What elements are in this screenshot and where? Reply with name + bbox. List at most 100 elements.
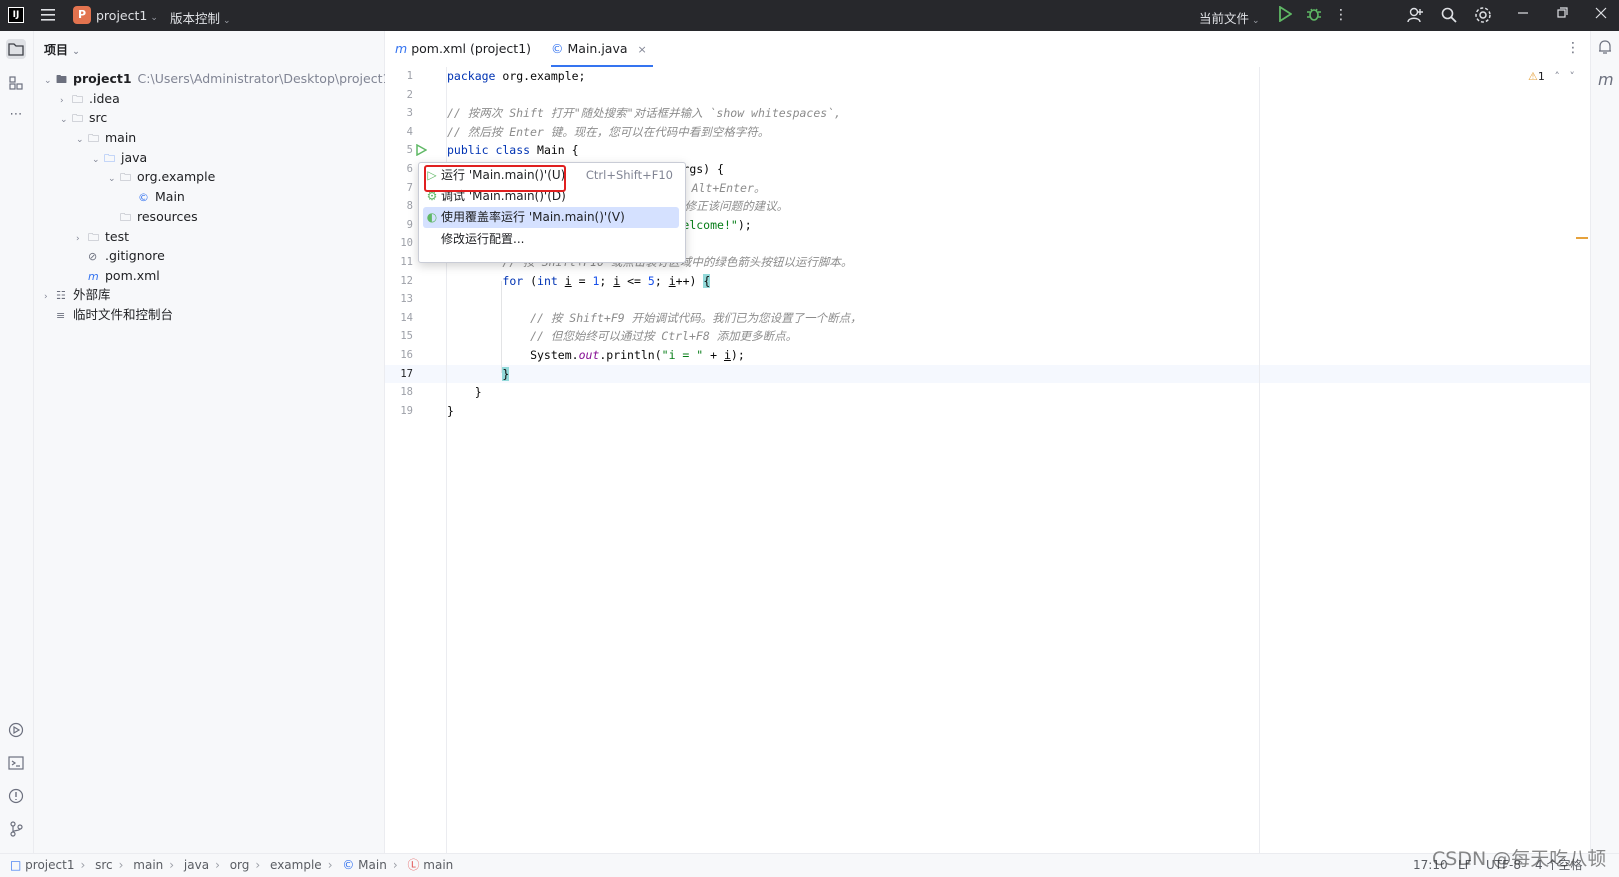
tree-node-main[interactable]: ⌄ 🗀 main — [76, 128, 136, 148]
tree-node-project1[interactable]: ⌄ 🖿 project1 C:\Users\Administrator\Desktop… — [44, 69, 390, 89]
chevron-down-icon[interactable]: ⌄ — [92, 150, 104, 170]
line-number: 7 — [406, 181, 413, 194]
tree-node-main-class[interactable]: © Main — [138, 187, 185, 207]
tree-node-external-libraries[interactable]: › ☷ 外部库 — [44, 285, 111, 305]
line-number: 13 — [400, 293, 413, 306]
line-number: 8 — [406, 200, 413, 213]
line-number: 11 — [400, 256, 413, 268]
chevron-down-icon: ⌄ — [72, 47, 80, 57]
warning-stripe[interactable] — [1576, 237, 1588, 239]
tree-node-label: resources — [137, 209, 198, 224]
code-line: // 但您始终可以通过按 Ctrl+F8 添加更多断点。 — [530, 329, 798, 344]
more-tools-icon[interactable]: ⋯ — [6, 105, 26, 125]
line-number: 15 — [400, 330, 413, 343]
chevron-down-icon: ⌄ — [223, 16, 231, 26]
breadcrumb-item[interactable]: project1 — [25, 858, 74, 872]
tree-node-label: main — [105, 130, 137, 145]
chevron-down-icon[interactable]: ⌄ — [44, 71, 56, 91]
terminal-tool-icon[interactable] — [6, 753, 26, 773]
tree-node-gitignore[interactable]: ⊘ .gitignore — [76, 246, 165, 266]
problems-tool-icon[interactable] — [6, 786, 26, 806]
close-tab-icon[interactable]: × — [638, 43, 647, 56]
tab-more-icon[interactable]: ⋮ — [1566, 40, 1580, 56]
chevron-down-icon[interactable]: ⌄ — [108, 169, 120, 189]
chevron-up-icon[interactable]: ˄ — [1554, 70, 1560, 83]
tree-node-test[interactable]: › 🗀 test — [76, 227, 129, 247]
project-badge[interactable]: P — [73, 6, 91, 24]
code-line: package org.example; — [447, 69, 586, 83]
tree-node-pom[interactable]: m pom.xml — [76, 266, 160, 286]
run-config-label: 当前文件 — [1199, 11, 1250, 26]
search-icon[interactable] — [1440, 6, 1458, 24]
code-line: } — [447, 385, 482, 400]
settings-icon[interactable] — [1474, 6, 1492, 24]
run-config-selector[interactable]: 当前文件 ⌄ — [1199, 8, 1260, 27]
resources-folder-icon: 🗀 — [120, 211, 131, 224]
breadcrumb-item[interactable]: org — [230, 858, 250, 872]
chevron-down-icon: ⌄ — [150, 13, 158, 23]
menu-item-label: 修改运行配置... — [441, 232, 525, 246]
menu-item-run-coverage[interactable]: ◐ 使用覆盖率运行 'Main.main()'(V) — [423, 207, 679, 228]
package-icon: 🗀 — [120, 171, 131, 184]
code-line: } — [502, 366, 510, 381]
structure-tool-icon[interactable] — [6, 73, 26, 93]
coverage-icon: ◐ — [426, 210, 438, 224]
chevron-down-icon[interactable]: ⌄ — [60, 110, 72, 130]
tree-node-idea[interactable]: › 🗀 .idea — [60, 89, 120, 109]
breadcrumb-item[interactable]: src — [95, 858, 113, 872]
breadcrumb-item[interactable]: main — [133, 858, 163, 872]
git-tool-icon[interactable] — [6, 819, 26, 839]
more-icon[interactable]: ⋮ — [1332, 6, 1350, 24]
restore-icon[interactable] — [1553, 6, 1571, 24]
line-number: 4 — [406, 125, 413, 138]
tree-node-resources[interactable]: 🗀 resources — [108, 207, 198, 227]
debug-icon[interactable] — [1305, 6, 1323, 24]
module-icon: □ — [10, 858, 22, 872]
services-tool-icon[interactable] — [6, 720, 26, 740]
tree-node-label: src — [89, 110, 108, 125]
project-tool-icon[interactable] — [6, 39, 26, 59]
code-line: // 按两次 Shift 打开"随处搜索"对话框并输入 `show whites… — [447, 106, 842, 121]
tab-label: pom.xml (project1) — [411, 41, 532, 56]
project-panel-header[interactable]: 项目 ⌄ — [44, 41, 80, 58]
source-folder-icon: 🗀 — [104, 152, 115, 165]
breadcrumb-item[interactable]: java — [184, 858, 209, 872]
project-selector[interactable]: project1 ⌄ — [96, 8, 158, 23]
menu-item-label: 使用覆盖率运行 'Main.main()'(V) — [441, 210, 625, 224]
tree-node-scratches[interactable]: ≡ 临时文件和控制台 — [44, 305, 173, 325]
tab-pom-xml[interactable]: m pom.xml (project1) — [395, 31, 531, 67]
run-icon[interactable] — [1276, 5, 1294, 24]
breadcrumb-item[interactable]: example — [270, 858, 322, 872]
code-line: // 然后按 Enter 键。现在，您可以在代码中看到空格字符。 — [447, 124, 770, 139]
chevron-down-icon[interactable]: ⌄ — [76, 130, 88, 150]
line-number: 3 — [406, 107, 413, 120]
tree-node-org-example[interactable]: ⌄ 🗀 org.example — [108, 167, 215, 187]
close-icon[interactable] — [1592, 6, 1610, 24]
menu-icon[interactable] — [40, 8, 56, 22]
add-user-icon[interactable] — [1406, 6, 1424, 24]
vcs-menu[interactable]: 版本控制 ⌄ — [170, 8, 231, 27]
breadcrumb: □ project1 › src › main › java › org › exampl… — [10, 858, 454, 872]
line-number: 2 — [406, 88, 413, 101]
line-number: 9 — [406, 218, 413, 231]
run-gutter-icon[interactable] — [415, 143, 428, 159]
minimize-icon[interactable] — [1514, 6, 1532, 24]
chevron-down-icon: ⌄ — [1252, 16, 1260, 26]
project-name: project1 — [96, 8, 148, 23]
warning-icon: ⚠ — [1528, 70, 1538, 83]
tab-main-java[interactable]: © Main.java × — [551, 31, 653, 67]
maven-tool-icon[interactable]: m — [1598, 70, 1614, 89]
breadcrumb-item[interactable]: Main — [358, 858, 387, 872]
tree-node-src[interactable]: ⌄ 🗀 src — [60, 108, 107, 128]
chevron-right-icon[interactable]: › — [44, 287, 56, 307]
breadcrumb-item[interactable]: main — [423, 858, 453, 872]
warning-count: 1 — [1537, 70, 1545, 83]
project-path: C:\Users\Administrator\Desktop\project1 — [137, 71, 391, 86]
inspection-widget[interactable]: ⚠1 ˄ ˅ — [1528, 70, 1575, 83]
tree-node-java[interactable]: ⌄ 🗀 java — [92, 148, 147, 168]
menu-item-modify-config[interactable]: 修改运行配置... — [423, 229, 679, 250]
line-number: 12 — [400, 274, 413, 287]
intellij-logo-icon[interactable]: IJ — [8, 7, 24, 23]
notifications-icon[interactable] — [1597, 39, 1613, 58]
chevron-down-icon[interactable]: ˅ — [1569, 70, 1575, 83]
